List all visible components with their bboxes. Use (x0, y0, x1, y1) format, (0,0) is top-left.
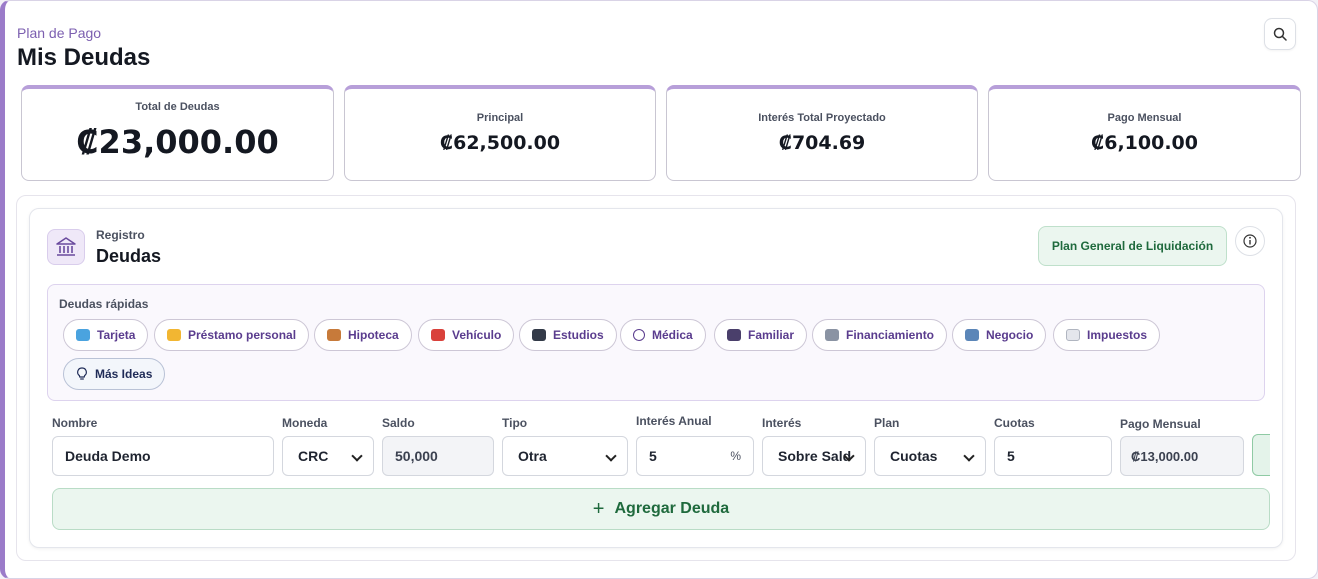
page-subtitle: Plan de Pago (17, 25, 102, 41)
label-plan: Plan (874, 416, 900, 430)
cuotas-input[interactable]: 5 (994, 436, 1112, 476)
credit-card-icon (76, 329, 90, 341)
section-title: Deudas (96, 246, 162, 266)
summary-value: ₡62,500.00 (439, 132, 561, 154)
row-action-button[interactable] (1252, 434, 1270, 476)
handshake-icon (167, 329, 181, 341)
more-ideas-button[interactable]: Más Ideas (63, 358, 166, 390)
search-button[interactable] (1264, 18, 1296, 50)
label-interes-anual: Interés Anual (636, 414, 712, 428)
summary-card-monthly: Pago Mensual ₡6,100.00 (988, 85, 1301, 181)
chip-prestamo[interactable]: Préstamo personal (154, 319, 310, 351)
stethoscope-icon (633, 329, 645, 341)
tipo-select[interactable]: Otra (502, 436, 628, 476)
pago-mensual-field: ₡13,000.00 (1120, 436, 1244, 476)
saldo-field: 50,000 (382, 436, 494, 476)
house-icon (327, 329, 341, 341)
interes-anual-input[interactable]: 5% (636, 436, 754, 476)
info-button[interactable] (1235, 226, 1265, 256)
summary-value: ₡704.69 (778, 132, 866, 154)
summary-label: Pago Mensual (1107, 112, 1182, 124)
chip-vehiculo[interactable]: Vehículo (418, 319, 515, 351)
chip-medica[interactable]: Médica (620, 319, 706, 351)
page-title: Mis Deudas (17, 44, 151, 71)
summary-value: ₡6,100.00 (1091, 132, 1198, 154)
plan-select[interactable]: Cuotas (874, 436, 986, 476)
chip-tarjeta[interactable]: Tarjeta (63, 319, 149, 351)
family-icon (727, 329, 741, 341)
search-icon (1273, 27, 1287, 41)
summary-label: Interés Total Proyectado (758, 112, 886, 124)
chip-hipoteca[interactable]: Hipoteca (314, 319, 412, 351)
chip-negocio[interactable]: Negocio (952, 319, 1047, 351)
nombre-input[interactable]: Deuda Demo (52, 436, 274, 476)
summary-value: ₡23,000.00 (76, 123, 279, 161)
label-tipo: Tipo (502, 416, 528, 430)
percent-suffix: % (730, 449, 741, 463)
chip-impuestos[interactable]: Impuestos (1053, 319, 1161, 351)
label-saldo: Saldo (382, 416, 415, 430)
chip-familiar[interactable]: Familiar (714, 319, 808, 351)
office-building-icon (965, 329, 979, 341)
shopping-cart-icon (825, 329, 839, 341)
label-cuotas: Cuotas (994, 416, 1035, 430)
bank-icon (47, 229, 85, 265)
summary-card-total: Total de Deudas ₡23,000.00 (21, 85, 334, 181)
label-moneda: Moneda (282, 416, 328, 430)
label-nombre: Nombre (52, 416, 98, 430)
summary-label: Principal (476, 112, 524, 124)
graduation-cap-icon (532, 329, 546, 341)
quick-debts-title: Deudas rápidas (59, 297, 149, 311)
section-subtitle: Registro (96, 228, 145, 242)
quick-debts-panel: Deudas rápidas Tarjeta Préstamo personal… (47, 284, 1265, 401)
lightbulb-icon (77, 367, 87, 380)
add-debt-button[interactable]: + Agregar Deuda (52, 488, 1270, 530)
summary-card-principal: Principal ₡62,500.00 (344, 85, 656, 181)
chip-estudios[interactable]: Estudios (519, 319, 617, 351)
info-icon (1243, 234, 1257, 248)
interes-select[interactable]: Sobre Saldo (762, 436, 866, 476)
summary-label: Total de Deudas (135, 101, 220, 113)
label-interes: Interés (762, 416, 802, 430)
plus-icon: + (592, 497, 605, 520)
car-icon (431, 329, 445, 341)
document-icon (1066, 329, 1080, 341)
summary-card-interest: Interés Total Proyectado ₡704.69 (666, 85, 978, 181)
moneda-select[interactable]: CRC (282, 436, 374, 476)
label-pago-mensual: Pago Mensual (1120, 417, 1201, 431)
plan-general-button[interactable]: Plan General de Liquidación (1038, 226, 1227, 266)
chip-financiamiento[interactable]: Financiamiento (812, 319, 948, 351)
